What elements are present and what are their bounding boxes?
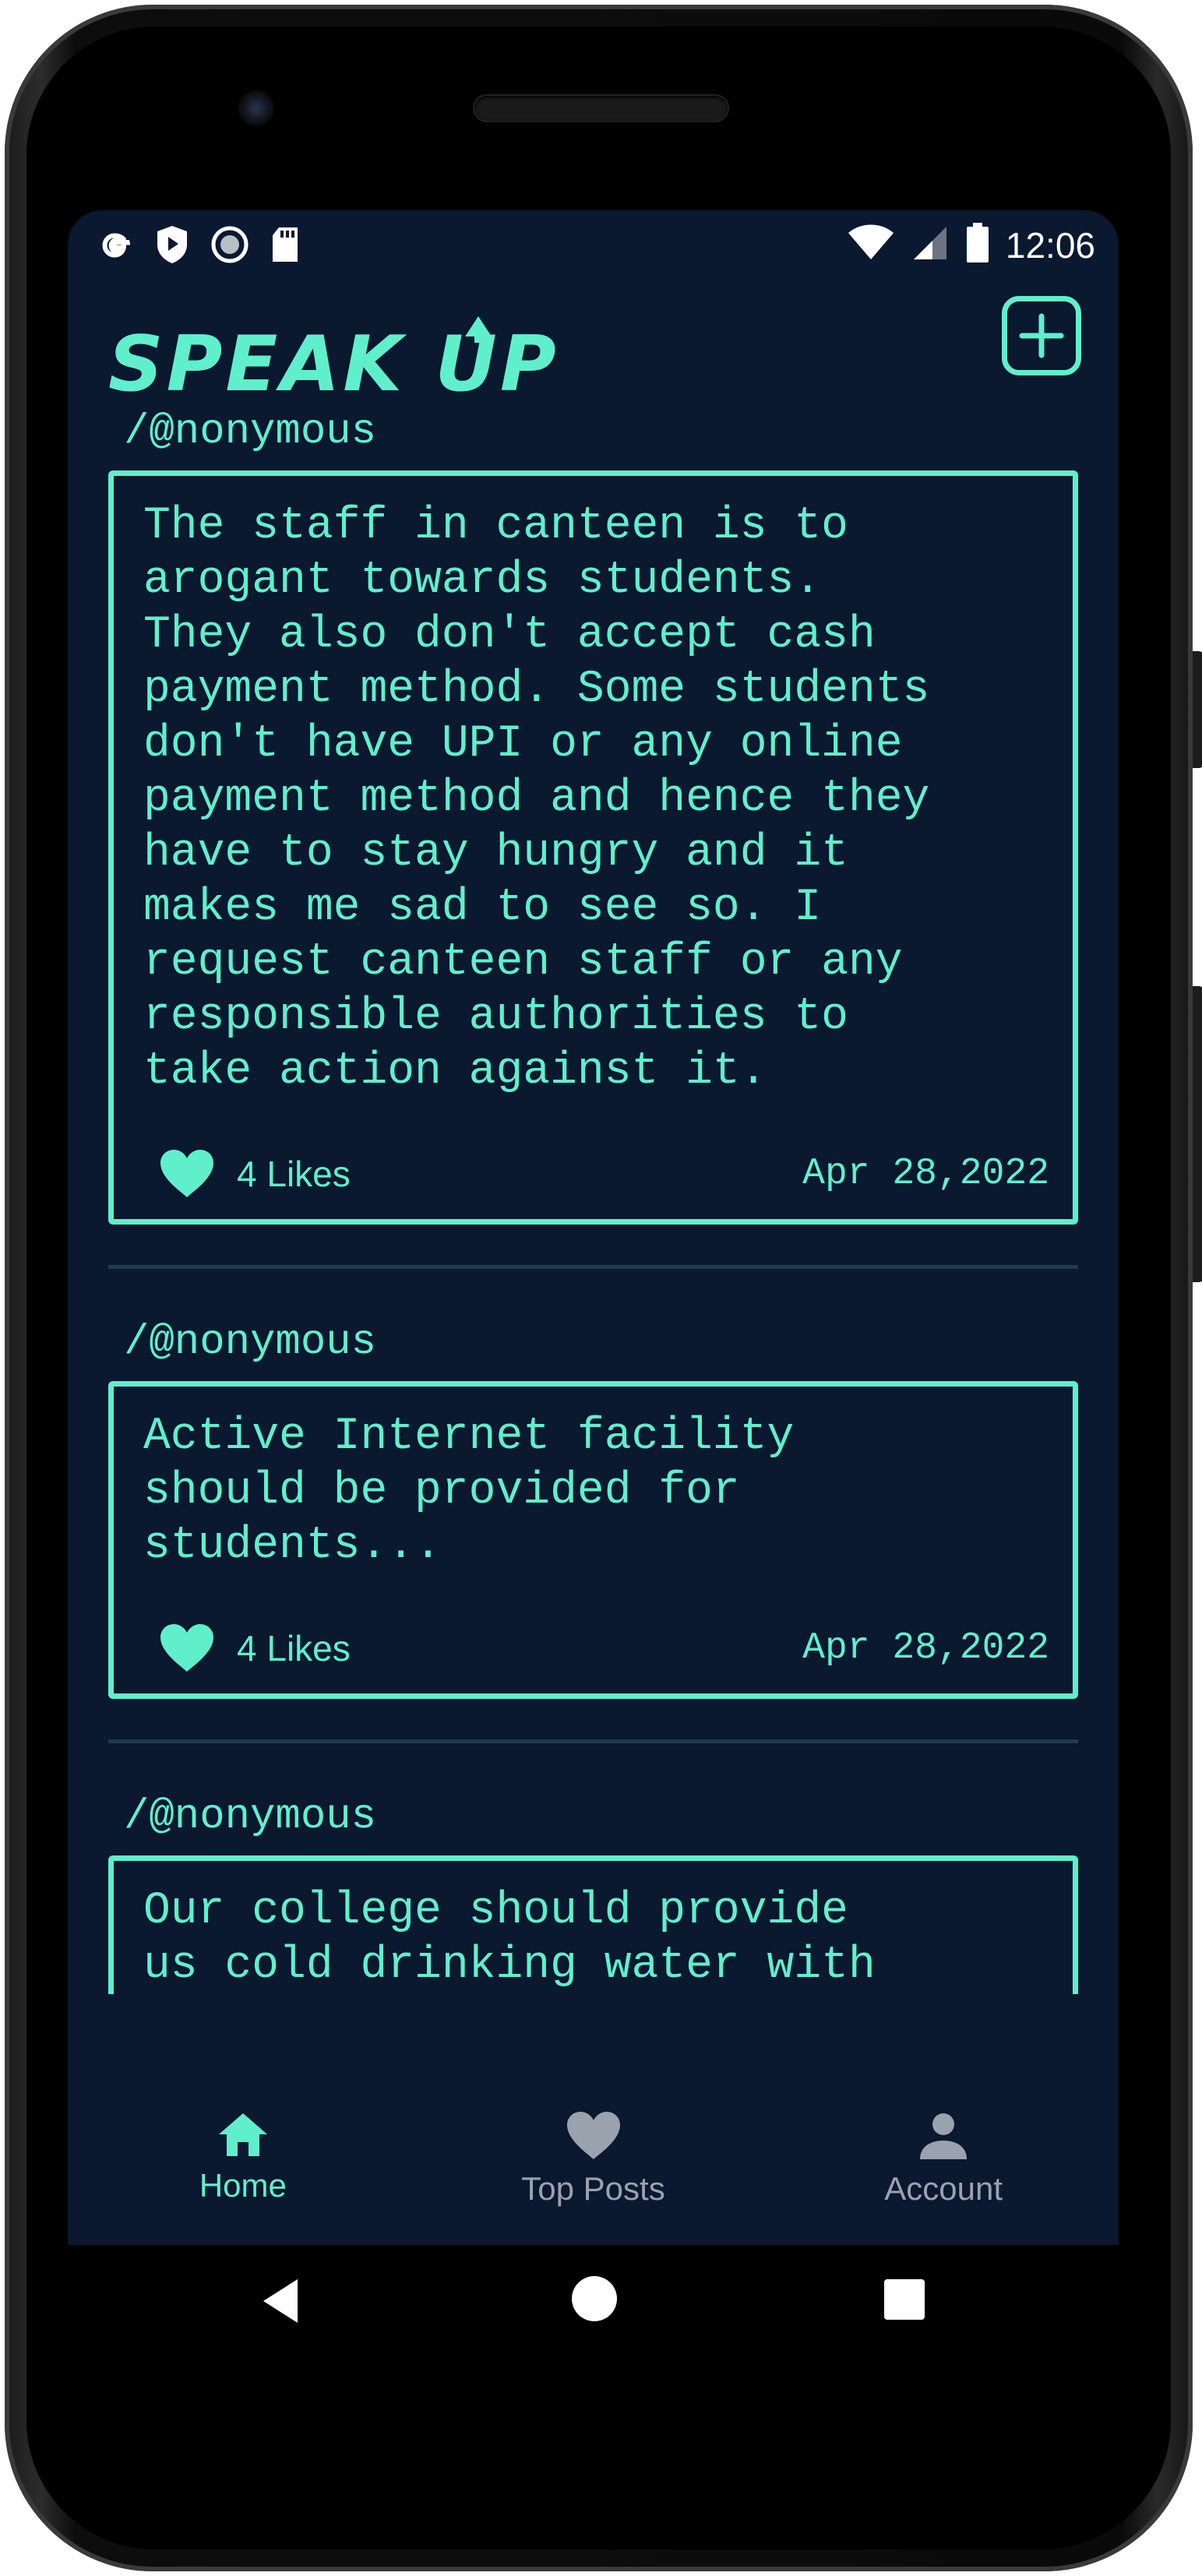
plus-icon xyxy=(1019,313,1064,358)
google-icon xyxy=(95,225,134,273)
nav-home-label: Home xyxy=(199,2167,287,2204)
app-logo: SPEAK UP xyxy=(108,316,622,417)
post-body[interactable]: The staff in canteen is to arogant towar… xyxy=(108,470,1078,1225)
app-header: SPEAK UP xyxy=(68,296,1119,409)
nav-top-posts-label: Top Posts xyxy=(521,2170,665,2207)
post-date: Apr 28,2022 xyxy=(802,1627,1049,1669)
like-group[interactable]: 4 Likes xyxy=(143,1623,351,1673)
post-text: The staff in canteen is to arogant towar… xyxy=(143,501,930,1097)
speak-up-logo: SPEAK UP xyxy=(108,316,559,409)
post-footer: 4 Likes Apr 28,2022 xyxy=(143,1143,1049,1205)
post-card: /@nonymous Active Internet facility shou… xyxy=(108,1316,1078,1699)
wifi-icon xyxy=(847,224,895,266)
bottom-navigation: Home Top Posts Account xyxy=(68,2066,1119,2245)
front-camera xyxy=(238,90,274,126)
posts-feed[interactable]: /@nonymous The staff in canteen is to ar… xyxy=(68,405,1119,1994)
status-bar: 12:06 xyxy=(68,210,1119,280)
system-navigation-bar xyxy=(68,2245,1119,2370)
nav-top-posts[interactable]: Top Posts xyxy=(418,2066,769,2245)
post-card: /@nonymous Our college should provide us… xyxy=(108,1790,1078,1994)
post-author: /@nonymous xyxy=(124,1793,377,1841)
earpiece-speaker xyxy=(474,96,728,121)
like-group[interactable]: 4 Likes xyxy=(143,1149,351,1199)
nav-account-label: Account xyxy=(884,2170,1003,2207)
record-icon xyxy=(210,225,249,273)
post-divider xyxy=(108,1265,1078,1269)
post-card: /@nonymous The staff in canteen is to ar… xyxy=(108,405,1078,1225)
volume-button xyxy=(1193,986,1202,1282)
home-icon xyxy=(218,2113,267,2156)
nav-account[interactable]: Account xyxy=(768,2066,1119,2245)
recents-icon[interactable] xyxy=(883,2278,926,2321)
play-protect-icon xyxy=(154,224,190,274)
sd-card-icon xyxy=(270,226,301,273)
power-button xyxy=(1193,651,1202,768)
post-text: Active Internet facility should be provi… xyxy=(143,1411,795,1571)
post-date: Apr 28,2022 xyxy=(802,1153,1049,1195)
post-body[interactable]: Our college should provide us cold drink… xyxy=(108,1855,1078,1994)
likes-count: 4 Likes xyxy=(237,1628,351,1669)
post-body[interactable]: Active Internet facility should be provi… xyxy=(108,1381,1078,1699)
back-icon[interactable] xyxy=(259,2276,305,2326)
logo-text: SPEAK UP xyxy=(108,320,559,402)
post-author: /@nonymous xyxy=(124,1319,377,1366)
post-text: Our college should provide us cold drink… xyxy=(143,1886,876,1991)
signal-icon xyxy=(911,224,950,266)
heart-icon[interactable] xyxy=(159,1149,215,1199)
likes-count: 4 Likes xyxy=(237,1154,351,1194)
person-icon xyxy=(920,2113,968,2159)
post-divider xyxy=(108,1739,1078,1743)
post-footer: 4 Likes Apr 28,2022 xyxy=(143,1617,1049,1679)
nav-home[interactable]: Home xyxy=(68,2066,418,2245)
app-screen: 12:06 SPEAK UP /@nonymous The staff in c… xyxy=(68,210,1119,2245)
heart-icon[interactable] xyxy=(159,1623,215,1673)
post-author: /@nonymous xyxy=(124,408,377,456)
heart-icon xyxy=(566,2112,620,2159)
add-post-button[interactable] xyxy=(1002,296,1081,375)
home-circle-icon[interactable] xyxy=(570,2275,619,2323)
battery-icon xyxy=(965,223,990,267)
status-clock: 12:06 xyxy=(1005,224,1095,266)
